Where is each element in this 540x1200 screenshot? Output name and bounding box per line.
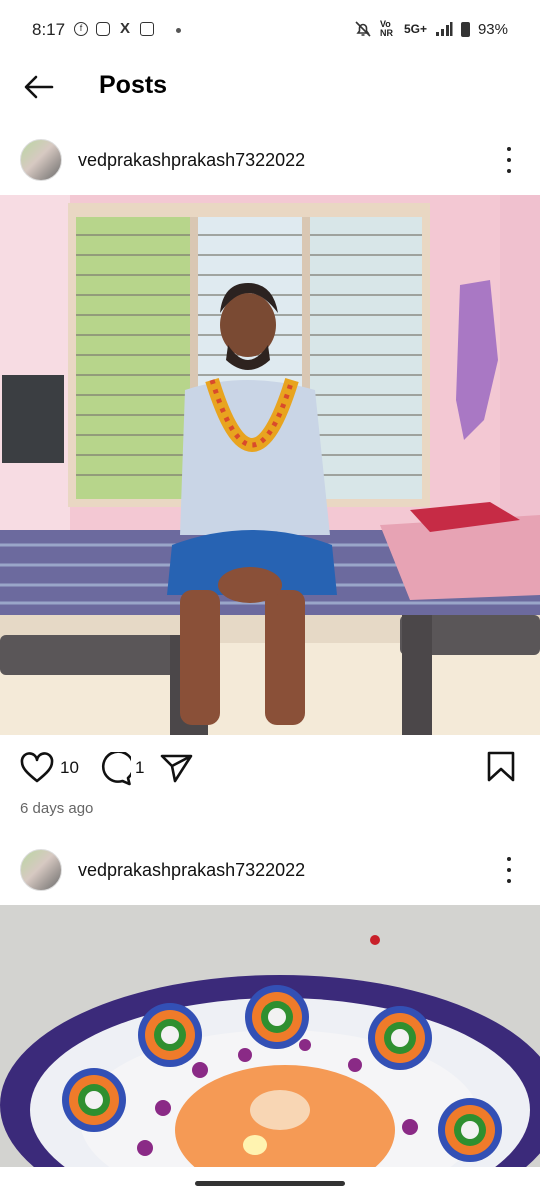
post-timestamp: 6 days ago: [20, 800, 94, 817]
more-icon-dot: [507, 879, 511, 883]
status-time: 8:17: [32, 20, 66, 39]
back-button[interactable]: [22, 70, 56, 104]
username[interactable]: vedprakashprakash7322022: [78, 150, 305, 171]
network-label: 5G+: [403, 22, 427, 36]
home-indicator[interactable]: [195, 1181, 345, 1186]
more-icon-dot: [507, 147, 511, 151]
more-icon-dot: [507, 158, 511, 162]
send-icon: [160, 754, 193, 783]
username[interactable]: vedprakashprakash7322022: [78, 860, 305, 881]
battery-level: 93%: [477, 20, 508, 38]
more-options-button[interactable]: [499, 857, 519, 883]
more-notifications-dot: [176, 28, 181, 33]
avatar[interactable]: [20, 849, 62, 891]
share-button[interactable]: [160, 752, 194, 784]
volte-label: Vo NR: [379, 19, 393, 38]
more-options-button[interactable]: [499, 147, 519, 173]
post-image[interactable]: [0, 905, 540, 1167]
comment-icon: [101, 750, 135, 786]
post-photo-rangoli: [0, 905, 540, 1167]
save-button[interactable]: [486, 751, 516, 783]
avatar[interactable]: [20, 139, 62, 181]
app-notification-icon: [140, 22, 154, 36]
like-button[interactable]: [20, 752, 54, 784]
x-icon: X: [119, 20, 130, 37]
more-icon-dot: [507, 169, 511, 173]
post-image[interactable]: [0, 195, 540, 735]
page-title: Posts: [99, 71, 168, 99]
signal-icon: [435, 22, 453, 36]
battery-icon: [460, 21, 470, 37]
facebook-icon: f: [74, 22, 88, 36]
post-photo-room: [0, 195, 540, 735]
comment-button[interactable]: [97, 750, 135, 786]
status-bar: 8:17 f X Vo NR 5G+ 93%: [0, 0, 540, 62]
status-right: Vo NR 5G+ 93%: [354, 20, 508, 38]
instagram-icon: [96, 22, 110, 36]
mute-icon: [355, 21, 371, 37]
heart-icon: [20, 752, 54, 783]
notification-icons: f X: [74, 20, 154, 37]
back-arrow-icon: [24, 75, 54, 99]
bookmark-icon: [487, 751, 515, 782]
more-icon-dot: [507, 857, 511, 861]
comment-count[interactable]: 1: [135, 758, 144, 778]
like-count[interactable]: 10: [60, 758, 79, 778]
more-icon-dot: [507, 868, 511, 872]
